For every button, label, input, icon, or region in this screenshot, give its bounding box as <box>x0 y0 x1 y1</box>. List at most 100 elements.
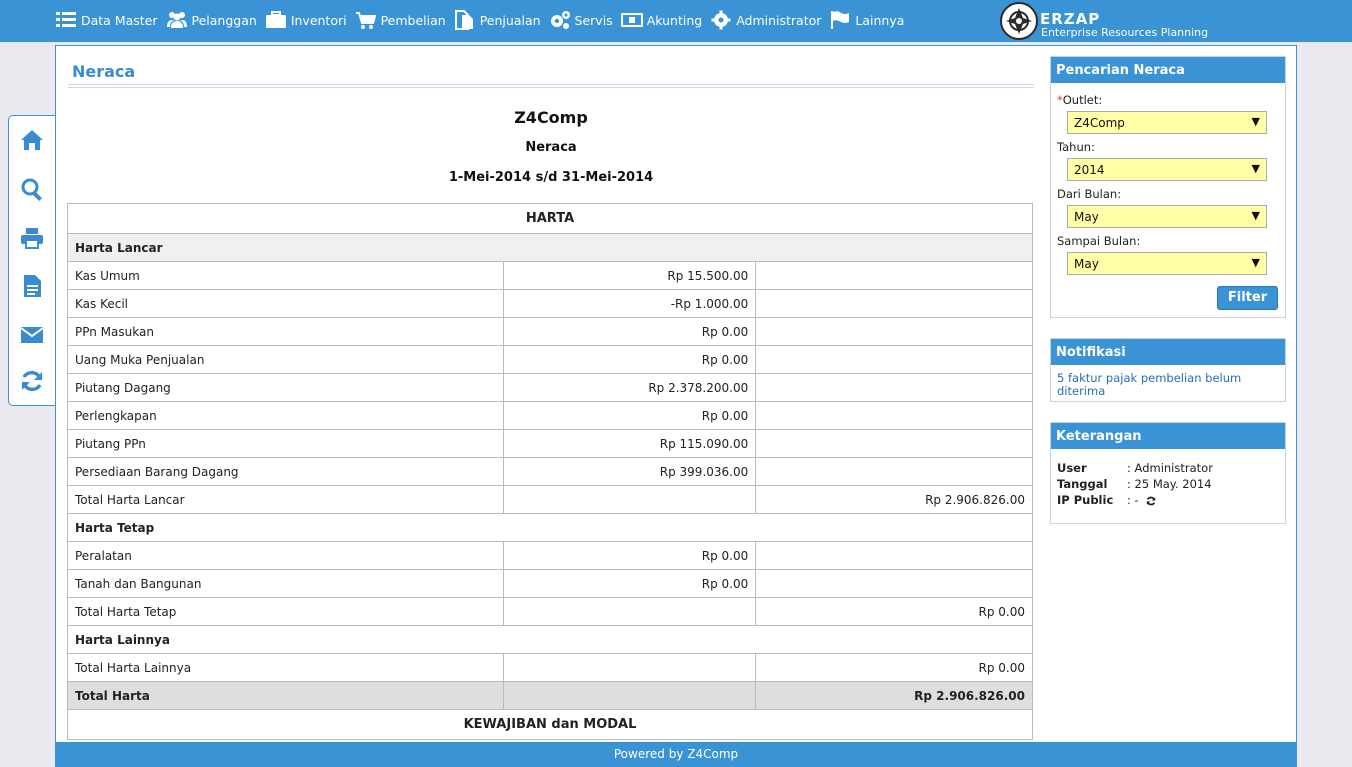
table-row: Piutang PPn Rp 115.090.00 <box>66 429 1033 458</box>
table-row: PPn Masukan Rp 0.00 <box>66 317 1033 346</box>
outlet-value: Z4Comp <box>1074 116 1125 130</box>
footer: Powered by Z4Comp <box>55 742 1297 767</box>
subtotal-row: Total Harta Lancar Rp 2.906.826.00 <box>66 485 1033 514</box>
dropdown-caret-icon: ▼ <box>1251 162 1260 175</box>
print-button[interactable] <box>20 226 44 250</box>
from-month-label: Dari Bulan: <box>1057 187 1122 201</box>
menu-label: Inventori <box>290 12 347 28</box>
from-month-select[interactable]: May ▼ <box>1067 205 1267 228</box>
menu-label: Data Master <box>81 12 158 28</box>
filter-button[interactable]: Filter <box>1217 286 1278 310</box>
user-value: : Administrator <box>1127 461 1213 475</box>
account-amount: Rp 0.00 <box>503 317 757 346</box>
flag-icon <box>831 11 850 29</box>
account-name: Piutang Dagang <box>66 373 505 402</box>
subtotal-total: Rp 0.00 <box>755 597 1033 626</box>
account-amount: Rp 15.500.00 <box>503 261 757 290</box>
document-icon <box>454 10 473 30</box>
subtotal-label: Total Harta Lainnya <box>66 653 505 682</box>
menu-akunting[interactable]: Akunting <box>620 0 703 40</box>
home-icon <box>21 130 43 150</box>
account-amount: Rp 0.00 <box>503 345 757 374</box>
briefcase-icon <box>265 11 286 28</box>
home-button[interactable] <box>20 128 44 152</box>
subtotal-total: Rp 2.906.826.00 <box>755 485 1033 514</box>
account-total <box>755 261 1033 290</box>
account-total <box>755 401 1033 430</box>
menu-data-master[interactable]: Data Master <box>55 0 158 40</box>
to-month-select[interactable]: May ▼ <box>1067 252 1267 275</box>
account-amount: Rp 0.00 <box>503 569 757 598</box>
grand-total-row: Total Harta Rp 2.906.826.00 <box>66 681 1033 710</box>
user-label: User <box>1057 461 1087 475</box>
subtotal-amount <box>503 485 757 514</box>
dropdown-caret-icon: ▼ <box>1251 115 1260 128</box>
refresh-ip-icon[interactable] <box>1146 496 1156 506</box>
account-total <box>755 429 1033 458</box>
menu-pembelian[interactable]: Pembelian <box>355 0 446 40</box>
to-month-label: Sampai Bulan: <box>1057 234 1141 248</box>
account-total <box>755 317 1033 346</box>
search-button[interactable] <box>20 177 44 201</box>
group-title: Harta Lancar <box>67 233 1033 262</box>
group-header-row: Harta Lainnya <box>67 625 1033 654</box>
menu-administrator[interactable]: Administrator <box>710 0 821 40</box>
year-select[interactable]: 2014 ▼ <box>1067 158 1267 181</box>
search-icon <box>21 178 42 201</box>
search-panel: Pencarian Neraca *Outlet: Z4Comp ▼ Tahun:… <box>1050 56 1286 318</box>
menu-label: Pembelian <box>380 12 446 28</box>
dropdown-caret-icon: ▼ <box>1251 256 1260 269</box>
main-content: Neraca Z4Comp Neraca 1-Mei-2014 s/d 31-M… <box>55 45 1297 742</box>
page-title: Neraca <box>72 62 136 81</box>
export-file-button[interactable] <box>20 274 44 298</box>
section-header-row: KEWAJIBAN dan MODAL <box>67 709 1033 740</box>
year-label: Tahun: <box>1057 140 1095 154</box>
account-total <box>755 569 1033 598</box>
mail-icon <box>20 327 44 343</box>
section-title: KEWAJIBAN dan MODAL <box>67 709 1033 740</box>
info-ip-row: IP Public : - <box>1057 493 1277 507</box>
menu-label: Akunting <box>646 12 703 28</box>
table-row: Kas Umum Rp 15.500.00 <box>66 261 1033 290</box>
email-button[interactable] <box>20 323 44 347</box>
menu-penjualan[interactable]: Penjualan <box>454 0 541 40</box>
balance-sheet-table: HARTA Harta Lancar Kas Umum Rp 15.500.00 … <box>66 203 1033 740</box>
account-total <box>755 345 1033 374</box>
title-divider <box>68 84 1034 88</box>
gears-icon <box>550 11 570 29</box>
to-month-value: May <box>1074 257 1099 271</box>
notification-link[interactable]: 5 faktur pajak pembelian belum diterima <box>1057 372 1277 398</box>
account-amount: Rp 0.00 <box>503 401 757 430</box>
menu-inventori[interactable]: Inventori <box>265 0 347 40</box>
account-amount: Rp 0.00 <box>503 541 757 570</box>
erzap-logo[interactable]: ERZAP Enterprise Resources Planning <box>1000 2 1230 40</box>
group-header-row: Harta Lancar <box>67 233 1033 262</box>
ip-label: IP Public <box>1057 493 1114 507</box>
refresh-button[interactable] <box>20 369 44 393</box>
report-name: Neraca <box>525 140 577 155</box>
ip-value: : - <box>1127 493 1139 507</box>
date-value: : 25 May. 2014 <box>1127 477 1212 491</box>
group-title: Harta Lainnya <box>67 625 1033 654</box>
outlet-select[interactable]: Z4Comp ▼ <box>1067 111 1267 134</box>
menu-lainnya[interactable]: Lainnya <box>829 0 904 40</box>
menu-pelanggan[interactable]: Pelanggan <box>166 0 257 40</box>
main-menu: Data Master Pelanggan Inventori Pembelia… <box>55 0 912 40</box>
notification-panel: Notifikasi 5 faktur pajak pembelian belu… <box>1050 338 1286 402</box>
info-panel-title: Keterangan <box>1051 423 1285 449</box>
dropdown-caret-icon: ▼ <box>1251 209 1260 222</box>
company-name: Z4Comp <box>514 108 588 127</box>
account-total <box>755 373 1033 402</box>
table-row: Persediaan Barang Dagang Rp 399.036.00 <box>66 457 1033 486</box>
table-row: Uang Muka Penjualan Rp 0.00 <box>66 345 1033 374</box>
search-panel-title: Pencarian Neraca <box>1051 57 1285 83</box>
account-amount: Rp 2.378.200.00 <box>503 373 757 402</box>
cart-icon <box>355 12 376 29</box>
account-total <box>755 541 1033 570</box>
menu-servis[interactable]: Servis <box>549 0 613 40</box>
users-icon <box>166 12 187 28</box>
account-name: Persediaan Barang Dagang <box>66 457 505 486</box>
menu-label: Penjualan <box>479 12 541 28</box>
logo-emblem-icon <box>1000 2 1038 40</box>
menu-label: Lainnya <box>855 12 905 28</box>
